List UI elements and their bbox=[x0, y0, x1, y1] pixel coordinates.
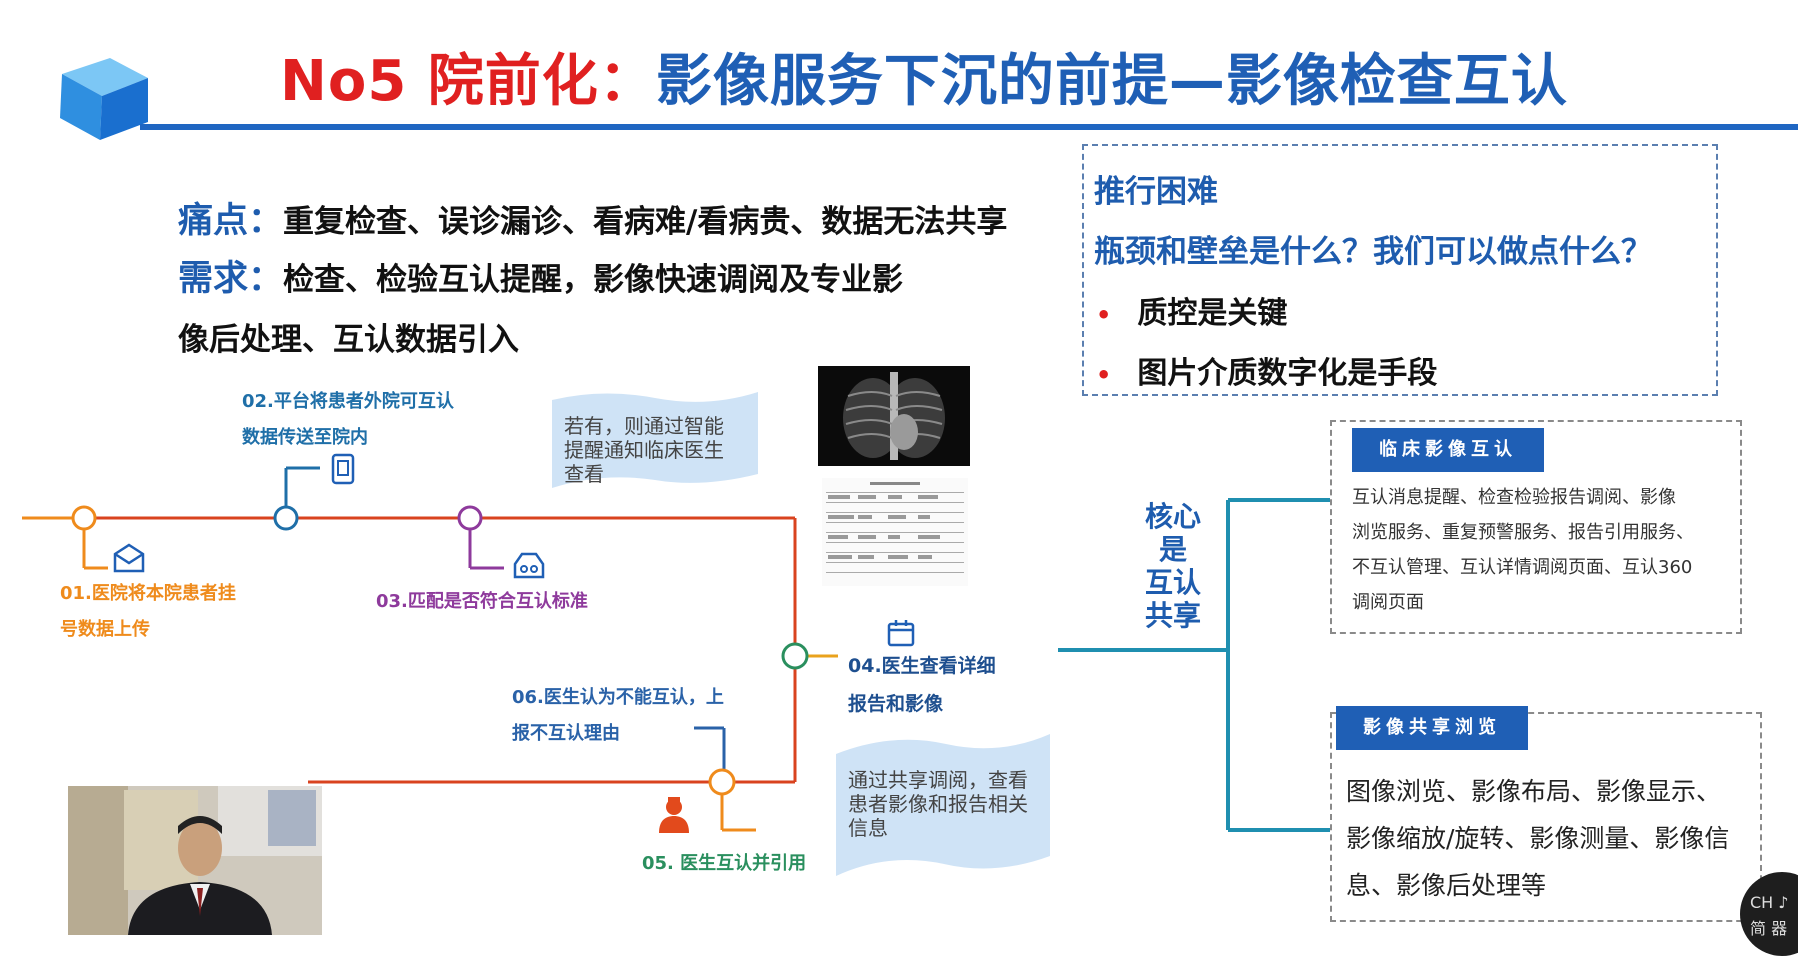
step-04-label: 04.医生查看详细 报告和影像 bbox=[848, 648, 996, 722]
note-bottom: 通过共享调阅，查看 患者影像和报告相关 信息 bbox=[848, 768, 1028, 840]
share-panel-text: 图像浏览、影像布局、影像显示、 影像缩放/旋转、影像测量、影像信 息、影像后处理… bbox=[1346, 768, 1760, 909]
step-01-line-2: 号数据上传 bbox=[60, 619, 150, 640]
share-line-3: 息、影像后处理等 bbox=[1346, 871, 1547, 900]
core-line-3: 互认 bbox=[1144, 566, 1201, 599]
xray-image-icon bbox=[818, 366, 970, 466]
note-top-line-2: 提醒通知临床医生 bbox=[564, 438, 724, 462]
core-line-1: 核心 bbox=[1144, 500, 1201, 533]
note-top-line-3: 查看 bbox=[564, 462, 604, 486]
share-line-2: 影像缩放/旋转、影像测量、影像信 bbox=[1346, 824, 1730, 853]
tablet-icon bbox=[331, 453, 355, 485]
step-03-label: 03.匹配是否符合互认标准 bbox=[376, 591, 588, 612]
presenter-video bbox=[68, 786, 322, 935]
calendar-icon bbox=[887, 620, 915, 647]
clinical-line-1: 互认消息提醒、检查检验报告调阅、影像 bbox=[1352, 487, 1676, 508]
step-02-label: 02.平台将患者外院可互认 数据传送至院内 bbox=[242, 384, 454, 456]
step-04-line-2: 报告和影像 bbox=[848, 693, 944, 715]
core-line-2: 是 bbox=[1158, 533, 1187, 566]
inbox-icon bbox=[513, 552, 545, 579]
core-label: 核心 是 互认 共享 bbox=[1140, 500, 1206, 632]
clinical-line-2: 浏览服务、重复预警服务、报告引用服务、 bbox=[1352, 522, 1694, 543]
step-01-label: 01.医院将本院患者挂 号数据上传 bbox=[60, 576, 236, 648]
envelope-icon bbox=[113, 543, 145, 573]
note-top-line-1: 若有，则通过智能 bbox=[564, 414, 724, 438]
clinical-panel-text: 互认消息提醒、检查检验报告调阅、影像 浏览服务、重复预警服务、报告引用服务、 不… bbox=[1352, 480, 1736, 620]
clinical-line-4: 调阅页面 bbox=[1352, 592, 1424, 613]
note-bottom-line-1: 通过共享调阅，查看 bbox=[848, 768, 1028, 792]
step-02-line-2: 数据传送至院内 bbox=[242, 427, 368, 448]
note-bottom-line-2: 患者影像和报告相关 bbox=[848, 792, 1028, 816]
step-02-line-1: 02.平台将患者外院可互认 bbox=[242, 391, 454, 412]
step-06-line-2: 报不互认理由 bbox=[512, 723, 620, 744]
step-04-line-1: 04.医生查看详细 bbox=[848, 655, 996, 677]
step-06-line-1: 06.医生认为不能互认，上 bbox=[512, 687, 724, 708]
note-top: 若有，则通过智能 提醒通知临床医生 查看 bbox=[564, 414, 724, 486]
clinical-panel-heading: 临床影像互认 bbox=[1352, 428, 1544, 472]
step-06-label: 06.医生认为不能互认，上 报不互认理由 bbox=[512, 680, 724, 752]
step-01-line-1: 01.医院将本院患者挂 bbox=[60, 583, 236, 604]
note-bottom-line-3: 信息 bbox=[848, 816, 888, 840]
share-line-1: 图像浏览、影像布局、影像显示、 bbox=[1346, 777, 1722, 806]
ime-line-2: 简 器 bbox=[1750, 919, 1788, 938]
core-line-4: 共享 bbox=[1144, 599, 1201, 632]
share-panel-heading: 影像共享浏览 bbox=[1336, 706, 1528, 750]
doctor-icon bbox=[659, 797, 689, 833]
clinical-line-3: 不互认管理、互认详情调阅页面、互认360 bbox=[1352, 557, 1693, 578]
report-document-icon bbox=[822, 478, 968, 586]
step-05-label: 05. 医生互认并引用 bbox=[642, 853, 807, 874]
ime-line-1: CH ♪ bbox=[1750, 893, 1789, 912]
